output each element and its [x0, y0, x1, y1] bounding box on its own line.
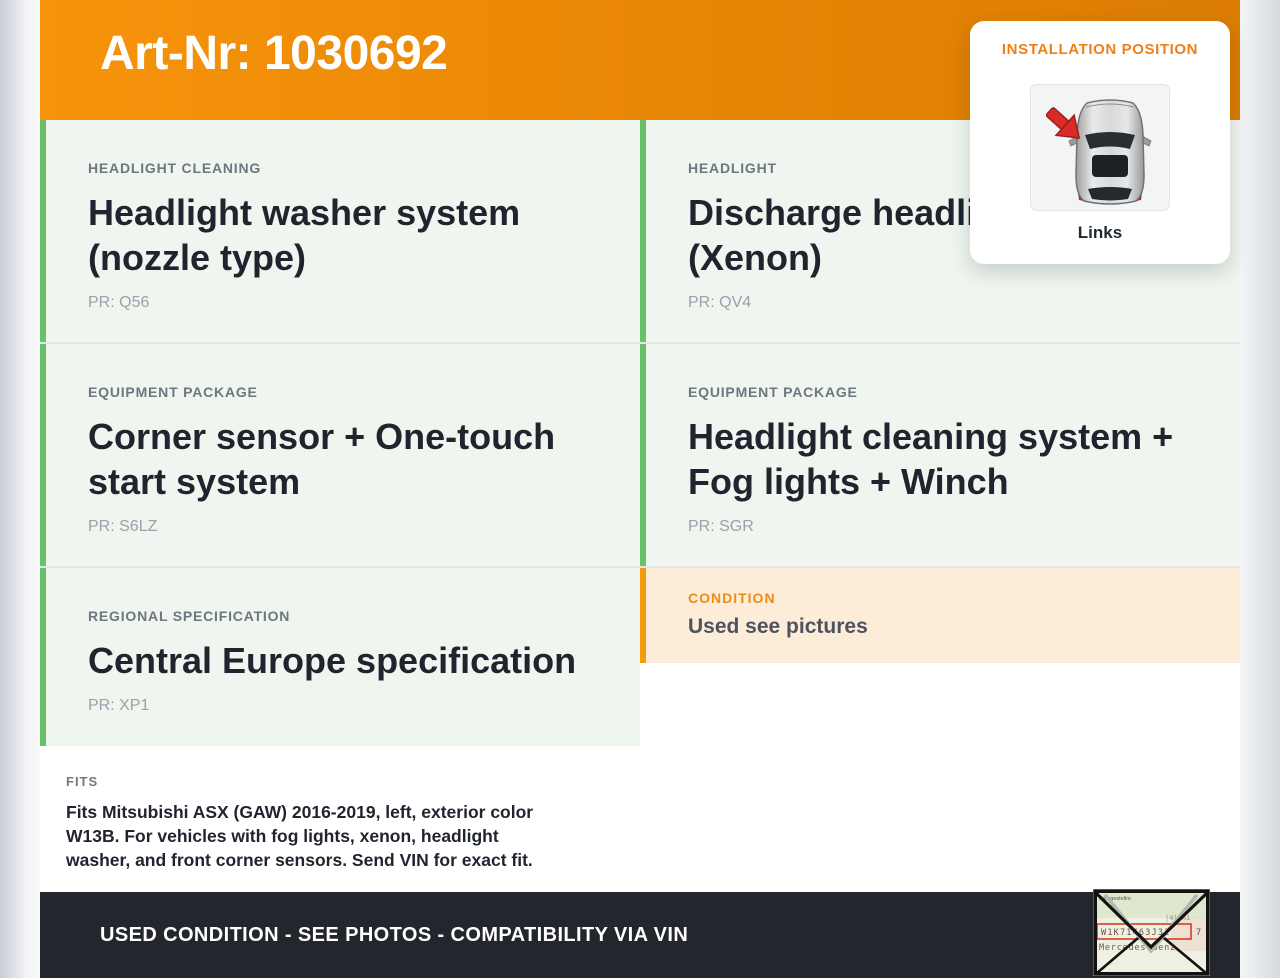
card-title: Central Europe specification	[88, 638, 598, 683]
pr-code: PR: Q56	[88, 294, 150, 311]
content-area: Art-Nr: 1030692 HEADLIGHT CLEANING Headl…	[40, 0, 1240, 978]
card-title: Headlight cleaning system + Fog lights +…	[688, 414, 1198, 504]
card-equipment-package-1: EQUIPMENT PACKAGE Corner sensor + One-to…	[40, 344, 640, 566]
condition-label: CONDITION	[688, 590, 776, 606]
footer-bar: USED CONDITION - SEE PHOTOS - COMPATIBIL…	[40, 892, 1240, 978]
card-regional-specification: REGIONAL SPECIFICATION Central Europe sp…	[40, 568, 640, 746]
card-title-line: Fog lights + Winch	[688, 461, 1009, 502]
fits-text-line: W13B. For vehicles with fog lights, xeno…	[66, 826, 499, 846]
installation-position-card: INSTALLATION POSITION Links	[970, 21, 1230, 264]
card-fits: FITS Fits Mitsubishi ASX (GAW) 2016-2019…	[40, 750, 640, 891]
car-top-view-icon	[1045, 98, 1152, 205]
card-label: EQUIPMENT PACKAGE	[688, 384, 858, 400]
card-title-line: Headlight washer system	[88, 192, 521, 233]
fits-text: Fits Mitsubishi ASX (GAW) 2016-2019, lef…	[66, 800, 612, 872]
card-condition: CONDITION Used see pictures	[640, 568, 1240, 663]
card-headlight-cleaning: HEADLIGHT CLEANING Headlight washer syst…	[40, 120, 640, 342]
installation-image-box	[1030, 84, 1170, 211]
card-title: Corner sensor + One-touch start system	[88, 414, 598, 504]
pr-code: PR: S6LZ	[88, 518, 158, 535]
vin-document-envelope-icon: Fahrgestellnr. |4| Ai W1K71463J31 7 Merc…	[1093, 889, 1210, 976]
card-label: EQUIPMENT PACKAGE	[88, 384, 258, 400]
card-title-line: (nozzle type)	[88, 237, 307, 278]
card-title-line: Headlight cleaning system +	[688, 416, 1174, 457]
card-label: REGIONAL SPECIFICATION	[88, 608, 291, 624]
condition-value: Used see pictures	[688, 615, 868, 638]
pr-code: PR: QV4	[688, 294, 752, 311]
pr-code: PR: XP1	[88, 697, 150, 714]
fits-text-line: Fits Mitsubishi ASX (GAW) 2016-2019, lef…	[66, 802, 534, 822]
footer-text: USED CONDITION - SEE PHOTOS - COMPATIBIL…	[100, 923, 689, 946]
fits-text-line: washer, and front corner sensors. Send V…	[66, 850, 533, 870]
page: Art-Nr: 1030692 HEADLIGHT CLEANING Headl…	[0, 0, 1280, 978]
card-title: Headlight washer system (nozzle type)	[88, 190, 598, 280]
card-title-line: Corner sensor + One-touch	[88, 416, 556, 457]
installation-position-value: Links	[1077, 223, 1123, 242]
card-title-line: start system	[88, 461, 301, 502]
card-title-line: Central Europe specification	[88, 640, 577, 681]
article-number-title: Art-Nr: 1030692	[100, 27, 448, 80]
installation-position-label: INSTALLATION POSITION	[1001, 41, 1199, 58]
pr-code: PR: SGR	[688, 518, 754, 535]
fits-label: FITS	[66, 774, 99, 789]
vin-doc-make-text: Mercedes-Benz	[1099, 943, 1176, 953]
vin-doc-vin-suffix: 7	[1196, 928, 1201, 938]
card-equipment-package-2: EQUIPMENT PACKAGE Headlight cleaning sys…	[640, 344, 1240, 566]
card-label: HEADLIGHT CLEANING	[88, 160, 262, 176]
